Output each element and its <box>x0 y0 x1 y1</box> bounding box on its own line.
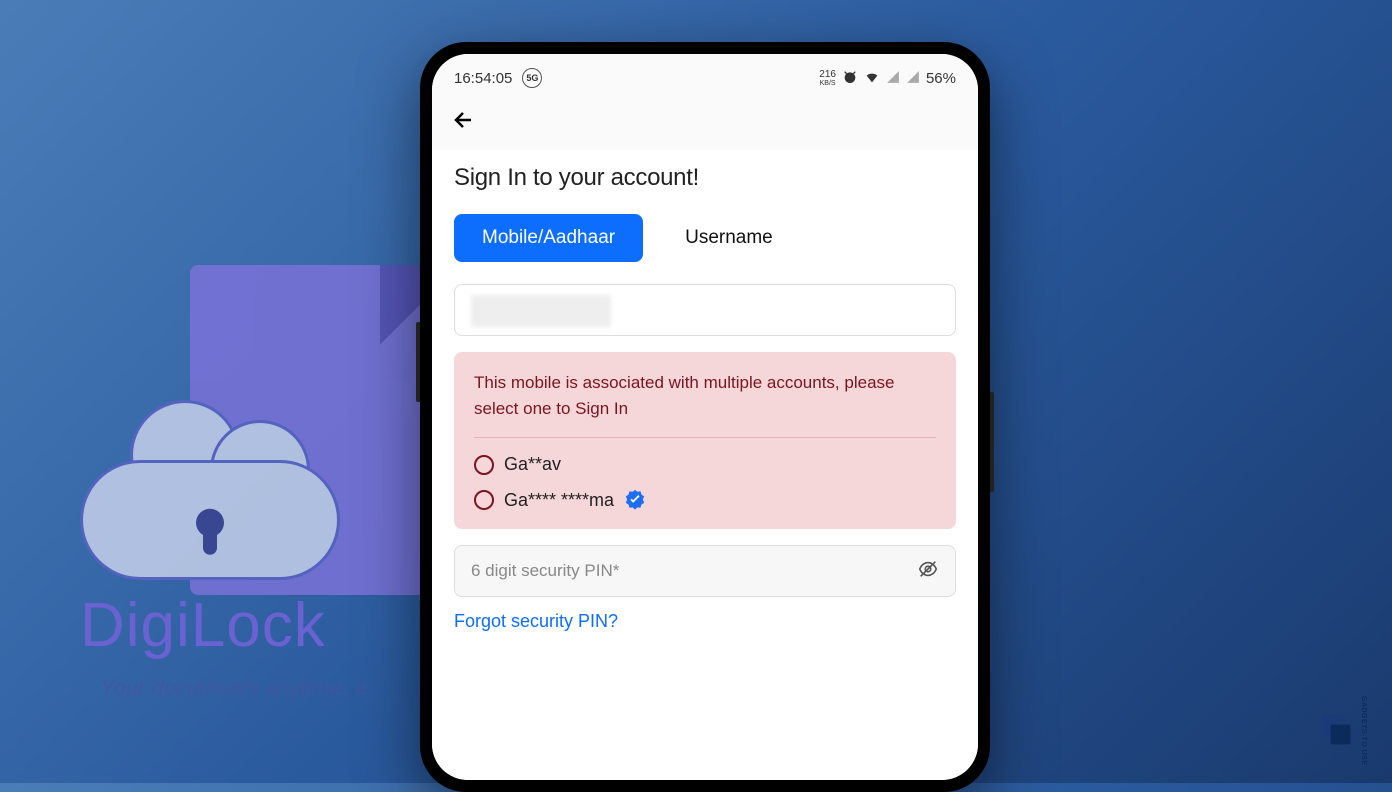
eye-off-icon[interactable] <box>917 558 939 585</box>
forgot-pin-link[interactable]: Forgot security PIN? <box>454 611 956 632</box>
back-arrow-icon[interactable] <box>452 108 476 137</box>
site-watermark: GADGETS TO USE <box>1318 696 1374 766</box>
alert-message: This mobile is associated with multiple … <box>474 370 936 438</box>
app-bar <box>432 94 978 150</box>
brand-name: DigiLock <box>80 590 326 661</box>
watermark-text: GADGETS TO USE <box>1360 696 1367 766</box>
network-speed: 216 KB/S <box>819 70 836 87</box>
account-label: Ga**** ****ma <box>504 490 614 511</box>
redacted-value <box>471 295 611 327</box>
verified-badge-icon <box>624 489 646 511</box>
signal-icon-2 <box>906 70 920 87</box>
tab-username[interactable]: Username <box>657 214 801 262</box>
wifi-icon <box>864 69 880 88</box>
signin-content: Sign In to your account! Mobile/Aadhaar … <box>432 150 978 780</box>
radio-icon <box>474 455 494 475</box>
security-pin-input[interactable]: 6 digit security PIN* <box>454 545 956 597</box>
page-title: Sign In to your account! <box>454 164 956 192</box>
signal-icon-1 <box>886 70 900 87</box>
phone-frame: 16:54:05 5G 216 KB/S <box>420 42 990 792</box>
status-bar: 16:54:05 5G 216 KB/S <box>432 54 978 94</box>
tab-mobile-aadhaar[interactable]: Mobile/Aadhaar <box>454 214 643 262</box>
auth-tabs: Mobile/Aadhaar Username <box>454 214 956 262</box>
pin-placeholder: 6 digit security PIN* <box>471 561 619 581</box>
watermark-logo-icon <box>1318 712 1354 748</box>
alarm-icon <box>842 69 858 88</box>
account-option-2[interactable]: Ga**** ****ma <box>474 489 936 511</box>
multiple-accounts-alert: This mobile is associated with multiple … <box>454 352 956 529</box>
mobile-aadhaar-input[interactable] <box>454 284 956 336</box>
status-time: 16:54:05 <box>454 70 512 87</box>
brand-tagline: Your documents anytime, a <box>100 675 367 701</box>
account-option-1[interactable]: Ga**av <box>474 454 936 475</box>
cloud-lock-icon <box>80 430 340 580</box>
account-label: Ga**av <box>504 454 561 475</box>
radio-icon <box>474 490 494 510</box>
battery-percent: 56% <box>926 70 956 87</box>
network-badge-icon: 5G <box>522 68 542 88</box>
